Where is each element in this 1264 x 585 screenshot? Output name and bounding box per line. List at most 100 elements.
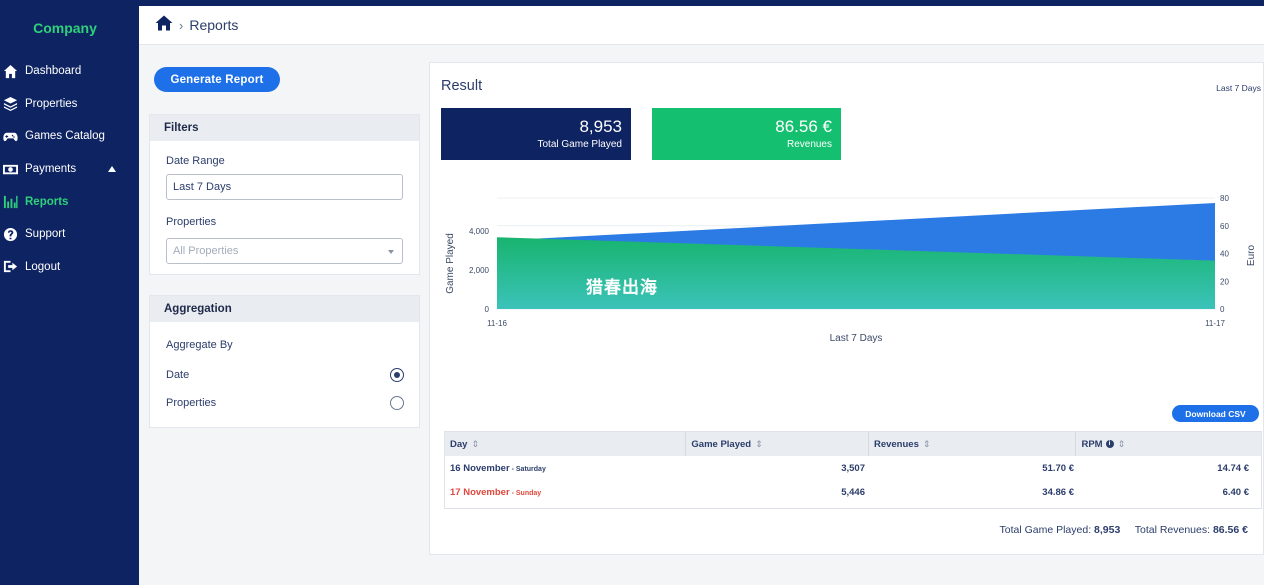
day-date: 17 November — [450, 486, 510, 498]
cell-revenues: 34.86 € — [1042, 486, 1074, 498]
sort-icon[interactable]: ⇕ — [1118, 439, 1126, 450]
results-table: Day ⇕ Game Played ⇕ Revenues ⇕ RPM i ⇕ 16 Nov… — [444, 431, 1262, 509]
aggregation-panel: Aggregation Aggregate By Date Properties — [149, 295, 420, 428]
chevron-down-icon — [388, 250, 394, 254]
total-games-caption: Total Game Played — [537, 139, 623, 150]
sidebar-item-label: Games Catalog — [25, 130, 105, 143]
total-games-value: 8,953 — [579, 117, 622, 136]
sidebar-item-payments[interactable]: Payments — [0, 153, 139, 186]
range-link[interactable]: Last 7 Days — [1216, 83, 1261, 93]
column-header-rpm[interactable]: RPM i ⇕ — [1076, 432, 1261, 456]
total-games-label: Total Game Played: — [999, 524, 1092, 536]
sidebar-item-reports[interactable]: Reports — [0, 185, 139, 218]
filters-heading: Filters — [150, 115, 419, 141]
column-header-revenues[interactable]: Revenues ⇕ — [869, 432, 1077, 456]
total-games-card: 8,953 Total Game Played — [441, 108, 631, 160]
home-icon[interactable] — [155, 15, 173, 36]
logout-icon — [0, 259, 25, 274]
column-header-game-played[interactable]: Game Played ⇕ — [686, 432, 869, 456]
cell-rpm: 14.74 € — [1217, 462, 1249, 474]
properties-select-value: All Properties — [173, 245, 239, 257]
properties-select[interactable]: All Properties — [166, 238, 403, 264]
table-row: 16 November - Saturday 3,507 51.70 € 14.… — [445, 456, 1263, 480]
y-right-tick-label: 80 — [1220, 194, 1229, 203]
aggregate-by-label: Aggregate By — [166, 339, 233, 351]
x-tick-label: 11-17 — [1205, 319, 1225, 328]
money-icon — [0, 162, 25, 177]
sidebar-item-label: Dashboard — [25, 65, 82, 78]
sort-icon[interactable]: ⇕ — [755, 439, 763, 450]
result-title: Result — [441, 78, 483, 94]
page-header: › Reports — [139, 6, 1264, 45]
sidebar-item-games-catalog[interactable]: Games Catalog — [0, 120, 139, 153]
radio-date[interactable] — [390, 368, 404, 382]
total-revenues-label: Total Revenues: — [1134, 524, 1211, 536]
layers-icon — [0, 96, 25, 112]
totals-summary: Total Game Played: 8,953 Total Revenues:… — [999, 524, 1248, 536]
filters-panel: Filters Date Range Last 7 Days Propertie… — [149, 114, 420, 275]
column-header-label: Day — [450, 438, 468, 450]
cell-games: 3,507 — [841, 462, 865, 474]
sidebar-item-logout[interactable]: Logout — [0, 251, 139, 284]
revenues-card: 86.56 € Revenues — [652, 108, 841, 160]
download-csv-button[interactable]: Download CSV — [1172, 405, 1259, 422]
day-weekday: - Sunday — [509, 489, 542, 497]
chevron-up-icon[interactable] — [108, 165, 116, 172]
sidebar-item-label: Properties — [25, 97, 78, 110]
sort-icon[interactable]: ⇕ — [923, 439, 931, 450]
day-date: 16 November — [450, 462, 510, 474]
aggregate-option-date[interactable]: Date — [166, 367, 404, 383]
breadcrumb-separator: › — [179, 17, 184, 33]
sidebar-item-support[interactable]: Support — [0, 218, 139, 251]
result-panel: Result Last 7 Days 8,953 Total Game Play… — [429, 62, 1264, 555]
radio-properties[interactable] — [390, 396, 404, 410]
aggregation-heading: Aggregation — [150, 296, 419, 322]
y-left-axis-label: Game Played — [445, 233, 456, 294]
table-header: Day ⇕ Game Played ⇕ Revenues ⇕ RPM i ⇕ — [445, 432, 1261, 456]
sidebar-item-label: Logout — [25, 260, 61, 273]
revenues-caption: Revenues — [786, 139, 832, 150]
y-left-tick-label: 0 — [485, 305, 490, 314]
cell-revenues: 51.70 € — [1042, 462, 1074, 474]
y-right-axis-label: Euro — [1246, 245, 1257, 267]
info-icon[interactable]: i — [1105, 440, 1114, 448]
y-right-tick-label: 40 — [1220, 250, 1229, 259]
sort-icon[interactable]: ⇕ — [471, 439, 479, 450]
x-axis-label: Last 7 Days — [830, 333, 883, 344]
column-header-label: Game Played — [691, 438, 752, 450]
total-revenues-total: 86.56 € — [1212, 524, 1248, 536]
date-range-input[interactable]: Last 7 Days — [166, 174, 403, 200]
y-left-tick-label: 4,000 — [469, 227, 490, 236]
y-right-tick-label: 20 — [1220, 277, 1229, 286]
sidebar-item-label: Support — [25, 228, 66, 241]
table-row: 17 November - Sunday 5,446 34.86 € 6.40 … — [445, 480, 1263, 504]
sidebar-item-label: Payments — [25, 163, 77, 176]
watermark-text: 猎春出海 — [586, 278, 658, 297]
sidebar-item-properties[interactable]: Properties — [0, 88, 139, 121]
sidebar: Company Dashboard Properties Games Catal… — [0, 0, 139, 585]
help-icon — [0, 227, 25, 242]
cell-day: 16 November - Saturday — [445, 463, 687, 474]
aggregate-option-label: Date — [166, 369, 190, 381]
x-tick-label: 11-16 — [487, 319, 507, 328]
y-left-tick-label: 2,000 — [469, 266, 490, 275]
column-header-day[interactable]: Day ⇕ — [445, 432, 687, 456]
column-header-label: RPM — [1081, 438, 1103, 450]
total-games-total: 8,953 — [1094, 524, 1121, 536]
generate-report-button[interactable]: Generate Report — [154, 67, 280, 92]
gamepad-icon — [0, 129, 25, 144]
sidebar-nav: Dashboard Properties Games Catalog Payme… — [0, 55, 139, 283]
cell-rpm: 6.40 € — [1222, 486, 1249, 498]
brand-logo[interactable]: Company — [0, 20, 130, 36]
y-right-tick-label: 60 — [1220, 222, 1229, 231]
aggregate-option-label: Properties — [166, 397, 217, 409]
cell-day: 17 November - Sunday — [445, 487, 687, 498]
sidebar-item-label: Reports — [25, 195, 69, 208]
y-right-tick-label: 0 — [1220, 305, 1225, 314]
result-chart: 0 2,000 4,000 0 20 40 60 80 11-16 11-17 Last 7 Day… — [445, 194, 1257, 344]
cell-games: 5,446 — [841, 486, 865, 498]
aggregate-option-properties[interactable]: Properties — [166, 395, 404, 411]
day-weekday: - Saturday — [509, 465, 546, 473]
sidebar-item-dashboard[interactable]: Dashboard — [0, 55, 139, 88]
breadcrumb-current: Reports — [189, 17, 239, 33]
